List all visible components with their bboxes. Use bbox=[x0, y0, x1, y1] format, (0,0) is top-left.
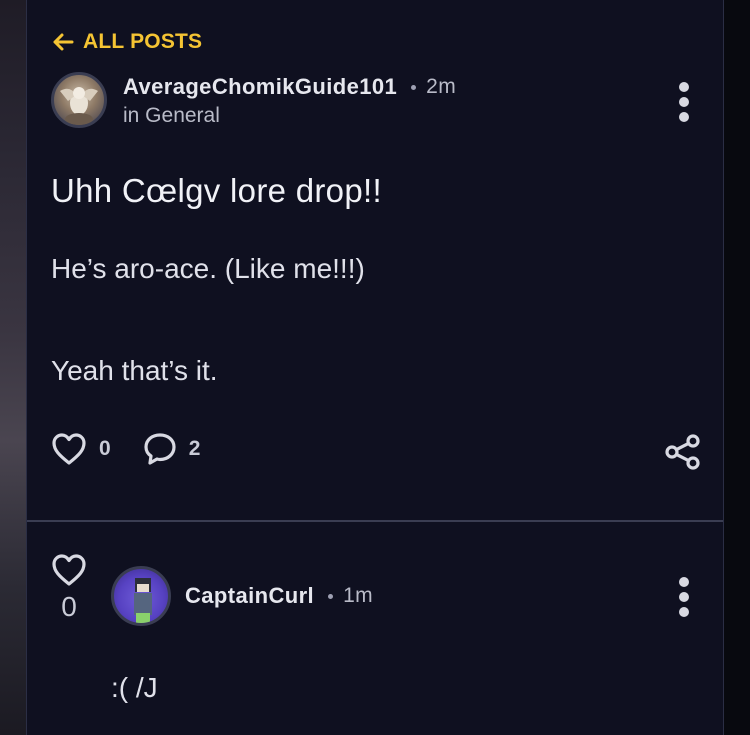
kebab-dot bbox=[679, 607, 689, 617]
arrow-left-icon bbox=[53, 33, 74, 51]
avatar-image bbox=[60, 87, 98, 125]
comment-count: 2 bbox=[188, 437, 201, 460]
post-title: Uhh Cœlgv lore drop!! bbox=[51, 172, 382, 209]
kebab-menu-icon bbox=[679, 82, 689, 92]
comment-text: :( /J bbox=[111, 672, 158, 703]
post-body: He’s aro-ace. (Like me!!!) Yeah that’s i… bbox=[51, 252, 691, 388]
section-divider bbox=[27, 520, 723, 522]
comment-like-button[interactable]: 0 bbox=[49, 553, 89, 623]
heart-icon bbox=[52, 554, 86, 586]
avatar-pixel bbox=[137, 584, 149, 592]
post-menu-button[interactable] bbox=[678, 82, 690, 122]
post-header: AverageChomikGuide101 2m in General bbox=[51, 72, 456, 128]
comment-time: 1m bbox=[343, 584, 374, 607]
kebab-menu-icon bbox=[679, 577, 689, 587]
comment-author-line: CaptainCurl 1m bbox=[185, 583, 373, 609]
comment-like-count: 0 bbox=[61, 591, 77, 622]
avatar-pixel bbox=[136, 613, 150, 623]
share-button[interactable] bbox=[663, 432, 703, 476]
heart-icon bbox=[52, 433, 86, 465]
comment-author-avatar[interactable] bbox=[111, 566, 171, 626]
author-line: AverageChomikGuide101 2m bbox=[123, 74, 456, 100]
comment-menu-button[interactable] bbox=[678, 577, 690, 617]
post-category[interactable]: in General bbox=[123, 104, 456, 128]
post-actions: 0 2 bbox=[51, 432, 200, 466]
post-body-line: He’s aro-ace. (Like me!!!) bbox=[51, 253, 365, 284]
back-link-label: ALL POSTS bbox=[83, 30, 203, 53]
comment-author-name[interactable]: CaptainCurl bbox=[185, 583, 314, 609]
kebab-dot bbox=[679, 97, 689, 107]
like-count: 0 bbox=[99, 437, 111, 460]
kebab-dot bbox=[679, 112, 689, 122]
kebab-dot bbox=[679, 592, 689, 602]
comment-bubble-icon bbox=[144, 433, 176, 465]
comment-header: CaptainCurl 1m bbox=[111, 566, 373, 626]
author-block: AverageChomikGuide101 2m in General bbox=[123, 74, 456, 128]
background-right bbox=[724, 0, 750, 735]
post-time: 2m bbox=[426, 75, 457, 98]
comment-button[interactable]: 2 bbox=[143, 432, 201, 466]
avatar-pixel bbox=[134, 593, 152, 615]
author-avatar[interactable] bbox=[51, 72, 107, 128]
like-button[interactable]: 0 bbox=[51, 432, 111, 466]
screen: ALL POSTS AverageChomikGuide101 2m in Ge… bbox=[0, 0, 750, 735]
post-panel: ALL POSTS AverageChomikGuide101 2m in Ge… bbox=[26, 0, 724, 735]
background-left bbox=[0, 0, 26, 735]
separator-dot bbox=[328, 593, 334, 599]
author-name[interactable]: AverageChomikGuide101 bbox=[123, 74, 397, 100]
post-body-line: Yeah that’s it. bbox=[51, 355, 218, 386]
separator-dot bbox=[411, 84, 417, 90]
share-icon bbox=[665, 434, 700, 470]
back-to-all-posts-link[interactable]: ALL POSTS bbox=[51, 30, 202, 54]
